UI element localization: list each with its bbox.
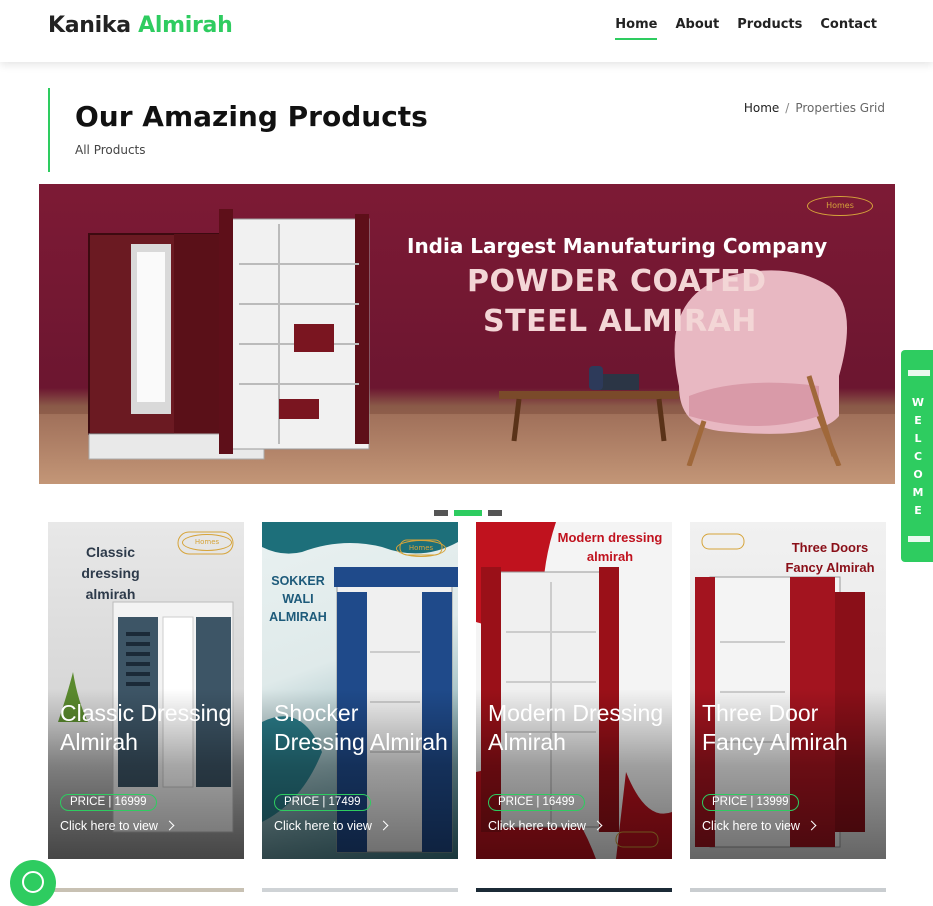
homes-logo: Homes — [396, 540, 446, 557]
product-title: Classic Dressing Almirah — [60, 700, 232, 755]
carousel-dot-2[interactable] — [454, 510, 482, 516]
welcome-side-tab[interactable]: WELCOME — [901, 350, 933, 562]
product-tag: Classic dressing almirah — [81, 544, 140, 602]
product-price: PRICE | 16999 — [60, 794, 157, 811]
nav-about[interactable]: About — [675, 17, 719, 40]
product-view-link[interactable]: Click here to view — [60, 819, 175, 833]
wardrobe-image — [88, 209, 370, 460]
nav-home[interactable]: Home — [615, 17, 658, 40]
brand-logo[interactable]: Kanika Almirah — [48, 13, 233, 38]
banner-line-2: POWDER COATED — [467, 264, 767, 299]
product-view-link[interactable]: Click here to view — [488, 819, 603, 833]
whatsapp-icon — [22, 871, 44, 893]
chevron-right-icon — [592, 820, 603, 831]
product-price: PRICE | 17499 — [274, 794, 371, 811]
nav-products[interactable]: Products — [737, 17, 802, 40]
banner-line-1: India Largest Manufaturing Company — [407, 234, 828, 258]
welcome-bar-bottom — [908, 536, 930, 542]
product-tag: Modern dressing almirah — [557, 530, 663, 564]
product-tag: SOKKER WALI ALMIRAH — [269, 574, 327, 624]
breadcrumb: Home / Properties Grid — [744, 101, 885, 115]
banner-homes-logo: Homes — [807, 196, 873, 216]
product-price: PRICE | 13999 — [702, 794, 799, 811]
carousel-dot-3[interactable] — [488, 510, 502, 516]
nav-contact[interactable]: Contact — [820, 17, 877, 40]
main-nav: Home About Products Contact — [615, 17, 877, 40]
brand-name-part1: Kanika — [48, 13, 131, 38]
view-link-label: Click here to view — [274, 819, 372, 833]
carousel-indicators — [434, 510, 502, 516]
chevron-right-icon — [164, 820, 175, 831]
homes-logo: Homes — [182, 534, 232, 551]
product-view-link[interactable]: Click here to view — [274, 819, 389, 833]
welcome-label: WELCOME — [911, 394, 925, 520]
next-row-card[interactable] — [690, 888, 886, 892]
breadcrumb-home[interactable]: Home — [744, 101, 779, 115]
product-card[interactable]: Classic dressing almirah Homes Classic D… — [48, 522, 244, 859]
whatsapp-button[interactable] — [10, 860, 56, 906]
product-title: Three Door Fancy Almirah — [702, 700, 848, 755]
page-title: Our Amazing Products — [75, 100, 428, 133]
welcome-bar-top — [908, 370, 930, 376]
breadcrumb-current: Properties Grid — [795, 101, 885, 115]
product-card[interactable]: Three Doors Fancy Almirah Three Door Fan… — [690, 522, 886, 859]
site-header: Kanika Almirah Home About Products Conta… — [0, 0, 933, 62]
carousel-dot-1[interactable] — [434, 510, 448, 516]
page-subtitle: All Products — [75, 143, 146, 157]
page-heading: Our Amazing Products All Products Home / P… — [48, 88, 888, 172]
view-link-label: Click here to view — [60, 819, 158, 833]
brand-name-part2: Almirah — [138, 13, 233, 38]
chevron-right-icon — [806, 820, 817, 831]
next-row-card[interactable] — [48, 888, 244, 892]
product-title: Modern Dressing Almirah — [488, 700, 664, 755]
product-card[interactable]: SOKKER WALI ALMIRAH Homes Shocker Dressi… — [262, 522, 458, 859]
hero-banner[interactable]: India Largest Manufaturing Company POWDE… — [39, 184, 895, 484]
breadcrumb-separator: / — [785, 101, 790, 115]
product-title: Shocker Dressing Almirah — [274, 700, 448, 755]
product-price: PRICE | 16499 — [488, 794, 585, 811]
next-row-card[interactable] — [262, 888, 458, 892]
product-card[interactable]: Modern dressing almirah Modern Dressing … — [476, 522, 672, 859]
product-tag: Three Doors Fancy Almirah — [785, 540, 875, 575]
welcome-text: WELCOME — [911, 396, 925, 517]
product-view-link[interactable]: Click here to view — [702, 819, 817, 833]
view-link-label: Click here to view — [488, 819, 586, 833]
next-row-card[interactable] — [476, 888, 672, 892]
chevron-right-icon — [378, 820, 389, 831]
view-link-label: Click here to view — [702, 819, 800, 833]
banner-line-3: STEEL ALMIRAH — [483, 304, 757, 339]
